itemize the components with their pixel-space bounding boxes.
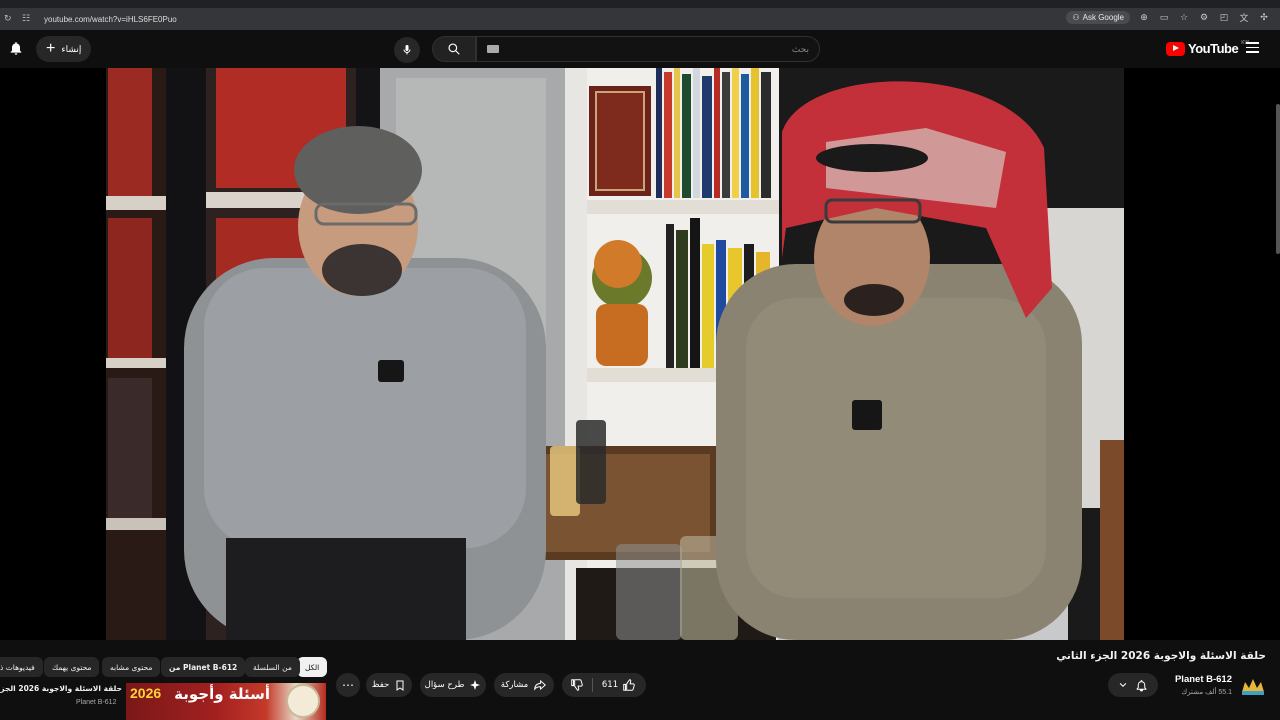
page-scrollbar[interactable] [1276, 104, 1280, 254]
like-divider [592, 678, 593, 692]
save-label: حفظ [371, 680, 390, 690]
ask-google-icon: ⚇ [1072, 13, 1080, 22]
search-icon [448, 43, 460, 55]
chip-interests[interactable]: محتوى يهمك [44, 657, 100, 677]
ask-google-label: Ask Google [1082, 13, 1124, 22]
youtube-header: + إنشاء بحث YouTube KW [0, 30, 1280, 68]
thumb-year: 2026 [130, 685, 162, 701]
microphone-icon [403, 45, 411, 55]
like-count: 611 [601, 680, 619, 690]
create-label: إنشاء [61, 43, 82, 54]
zoom-icon[interactable]: ⊕ [1138, 13, 1150, 23]
save-button[interactable]: حفظ [366, 673, 412, 697]
youtube-logo[interactable]: YouTube KW [1166, 40, 1249, 56]
video-frame[interactable] [106, 68, 1124, 640]
extensions-icon[interactable]: ⚙ [1198, 13, 1210, 23]
chip-from-channel[interactable]: من Planet B-612 [161, 657, 246, 677]
sparkle-icon [470, 680, 481, 690]
video-player[interactable] [0, 68, 1280, 640]
thumb-badge-logo [286, 684, 320, 718]
site-settings-icon[interactable]: ☷ [22, 14, 36, 24]
share-label: مشاركة [500, 680, 529, 690]
bookmark-star-icon[interactable]: ☆ [1178, 13, 1190, 23]
video-scene [106, 68, 1124, 640]
like-dislike-group: 611 [562, 673, 646, 697]
screenshot-icon[interactable]: ◰ [1218, 13, 1230, 23]
search-placeholder: بحث [791, 43, 809, 54]
puzzle-icon[interactable]: ✣ [1258, 13, 1270, 23]
video-title: حلقة الاسئلة والاجوبة 2026 الجزء الثاني [1056, 650, 1266, 662]
channel-name[interactable]: Planet B-612 [1175, 674, 1232, 685]
logo-text: YouTube [1188, 41, 1239, 56]
browser-toolbar-right: ⚇ Ask Google ⊕ ▭ ☆ ⚙ ◰ 文 ✣ [1066, 11, 1270, 24]
search-button[interactable] [432, 36, 476, 62]
plus-icon: + [46, 40, 56, 57]
ask-google-button[interactable]: ⚇ Ask Google [1066, 11, 1130, 24]
hamburger-menu-icon[interactable] [1246, 42, 1259, 55]
chip-from-series[interactable]: من السلسلة [245, 657, 300, 677]
search-input[interactable]: بحث [476, 36, 820, 62]
cast-icon[interactable]: ▭ [1158, 13, 1170, 23]
share-icon [534, 679, 547, 691]
ask-question-button[interactable]: طرح سؤال [420, 673, 486, 697]
browser-address-bar: ↻ ☷ youtube.com/watch?v=iHLS6FE0Puo ⚇ As… [0, 8, 1280, 30]
recommendation-title[interactable]: حلقة الاسئلة والاجوبة 2026 الجزء الثالث [0, 684, 122, 693]
notifications-bell-icon[interactable] [8, 40, 26, 58]
share-button[interactable]: مشاركة [494, 673, 554, 697]
chevron-down-icon [1119, 682, 1127, 687]
create-button[interactable]: + إنشاء [36, 36, 92, 62]
bookmark-icon [396, 680, 404, 691]
chip-all[interactable]: الكل [297, 657, 328, 677]
recommendation-thumbnail[interactable]: 2026 أسئلة وأجوبة [126, 683, 326, 720]
chip-similar[interactable]: محتوى مشابه [102, 657, 161, 677]
keyboard-icon[interactable] [487, 45, 499, 53]
ask-label: طرح سؤال [424, 680, 465, 690]
chip-videos[interactable]: فيديوهات ذ [0, 657, 43, 677]
thumbs-down-icon [571, 679, 583, 691]
recommendation-channel[interactable]: Planet B-612 [76, 699, 116, 706]
subscriber-count: 55.1 ألف مشترك [1181, 689, 1232, 696]
more-icon: ⋯ [342, 678, 354, 692]
browser-tab-strip [0, 0, 1280, 8]
reload-icon[interactable]: ↻ [4, 14, 18, 24]
youtube-play-icon [1166, 41, 1185, 56]
voice-search-button[interactable] [394, 37, 420, 63]
channel-avatar[interactable] [1240, 676, 1266, 696]
url-text[interactable]: youtube.com/watch?v=iHLS6FE0Puo [44, 15, 177, 24]
subscribed-notifications-button[interactable] [1108, 673, 1158, 697]
bell-icon [1136, 679, 1147, 691]
more-actions-button[interactable]: ⋯ [336, 673, 360, 697]
translate-icon[interactable]: 文 [1238, 11, 1250, 24]
thumb-text: أسئلة وأجوبة [174, 685, 270, 703]
dislike-button[interactable] [570, 678, 584, 695]
thumbs-up-icon [623, 679, 635, 691]
